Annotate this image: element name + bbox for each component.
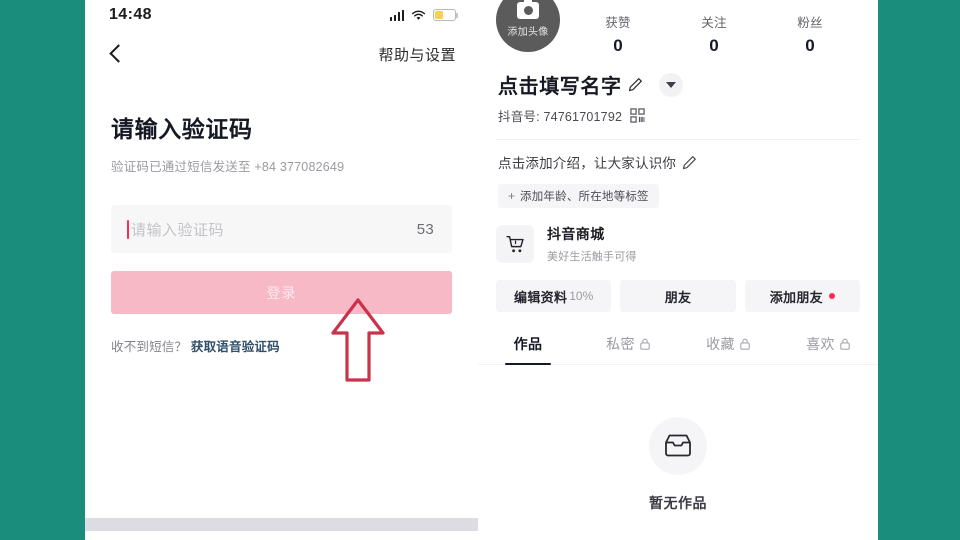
- chevron-down-icon: [665, 81, 676, 88]
- douyin-id-text: 抖音号: 74761701792: [498, 110, 623, 124]
- status-badge: [828, 293, 835, 299]
- tab-favorites-label: 收藏: [706, 336, 735, 352]
- friends-label: 朋友: [664, 289, 692, 305]
- tab-favorites[interactable]: 收藏: [678, 334, 778, 364]
- verification-code-input[interactable]: 请输入验证码 53: [111, 205, 452, 253]
- back-chevron-icon[interactable]: [105, 43, 127, 65]
- page-title: 请输入验证码: [111, 116, 253, 142]
- add-friend-label: 添加朋友: [769, 289, 823, 305]
- profile-intro-text: 点击添加介绍，让大家认识你: [498, 156, 677, 171]
- camera-icon: [517, 0, 539, 19]
- mall-title: 抖音商城: [547, 226, 605, 242]
- stat-followers-label: 粉丝: [797, 16, 823, 30]
- status-bar: 14:48: [85, 0, 478, 30]
- add-tags-chip[interactable]: + 添加年龄、所在地等标签: [498, 184, 659, 208]
- annotation-up-arrow-icon: [331, 298, 385, 382]
- help-settings-link[interactable]: 帮助与设置: [378, 44, 456, 65]
- signal-icon: [389, 9, 404, 21]
- empty-state: 暂无作品: [478, 417, 878, 513]
- nav-bar: 帮助与设置: [85, 30, 478, 78]
- tab-liked[interactable]: 喜欢: [778, 334, 878, 364]
- screenshot-stage: 14:48 帮助与设置 请输入验证码 验证码已通过短信发送至 +84 37708…: [0, 0, 960, 540]
- add-tags-label: 添加年龄、所在地等标签: [520, 191, 649, 203]
- left-phone-panel: 14:48 帮助与设置 请输入验证码 验证码已通过短信发送至 +84 37708…: [85, 0, 478, 540]
- tab-private-label: 私密: [606, 336, 635, 352]
- lock-icon: [740, 338, 750, 350]
- profile-header: 添加头像 获赞 0 关注 0 粉丝 0: [478, 0, 878, 56]
- stat-likes-value: 0: [613, 36, 623, 55]
- wifi-icon: [411, 10, 426, 20]
- text-caret: [127, 219, 129, 239]
- login-button[interactable]: 登录: [111, 271, 452, 314]
- form-subtitle: 验证码已通过短信发送至 +84 377082649: [111, 160, 345, 174]
- avatar-label: 添加头像: [507, 27, 549, 38]
- stat-likes-label: 获赞: [605, 16, 631, 30]
- stat-following[interactable]: 关注 0: [666, 12, 762, 56]
- status-time: 14:48: [109, 6, 152, 23]
- shopping-cart-icon: [496, 225, 534, 263]
- plus-icon: +: [508, 189, 516, 203]
- profile-intro-row[interactable]: 点击添加介绍，让大家认识你: [478, 140, 878, 172]
- battery-icon: [433, 9, 459, 21]
- status-icons: [389, 9, 459, 21]
- profile-action-buttons: 编辑资料 10% 朋友 添加朋友: [496, 280, 860, 312]
- pencil-icon[interactable]: [682, 155, 697, 170]
- mall-subtitle: 美好生活触手可得: [547, 251, 637, 263]
- stat-following-value: 0: [709, 36, 719, 55]
- profile-dropdown-button[interactable]: [658, 72, 683, 97]
- code-input-left: 请输入验证码: [127, 219, 224, 240]
- tab-liked-label: 喜欢: [806, 336, 835, 352]
- lock-icon: [840, 338, 850, 350]
- resend-countdown[interactable]: 53: [417, 221, 434, 238]
- stat-following-label: 关注: [701, 16, 727, 30]
- add-friend-button[interactable]: 添加朋友: [744, 280, 860, 312]
- edit-profile-percent: 10%: [569, 289, 594, 303]
- right-profile-panel: 添加头像 获赞 0 关注 0 粉丝 0 点击填写名字 抖音号: 74761701…: [478, 0, 878, 540]
- inbox-icon: [649, 417, 707, 475]
- pencil-icon[interactable]: [628, 77, 643, 92]
- sms-help-row: 收不到短信？ 获取语音验证码: [111, 336, 452, 355]
- profile-stats: 获赞 0 关注 0 粉丝 0: [560, 6, 858, 56]
- stat-followers[interactable]: 粉丝 0: [762, 12, 858, 56]
- profile-name[interactable]: 点击填写名字: [498, 70, 622, 99]
- tab-works-label: 作品: [513, 336, 543, 352]
- stat-followers-value: 0: [805, 36, 815, 55]
- tab-private[interactable]: 私密: [578, 334, 678, 364]
- mall-texts: 抖音商城 美好生活触手可得: [547, 224, 637, 264]
- code-input-placeholder: 请输入验证码: [131, 221, 225, 239]
- qr-code-icon[interactable]: [630, 108, 645, 123]
- profile-name-row: 点击填写名字: [478, 56, 878, 99]
- douyin-mall-entry[interactable]: 抖音商城 美好生活触手可得: [496, 224, 860, 264]
- verification-form: 请输入验证码 验证码已通过短信发送至 +84 377082649 请输入验证码 …: [85, 78, 478, 355]
- edit-profile-label: 编辑资料: [514, 289, 568, 305]
- lock-icon: [640, 338, 650, 350]
- voice-code-link[interactable]: 获取语音验证码: [191, 340, 280, 354]
- profile-tabs: 作品 私密 收藏 喜欢: [478, 334, 878, 365]
- tab-works[interactable]: 作品: [478, 334, 578, 364]
- douyin-id-row: 抖音号: 74761701792: [478, 99, 878, 125]
- stat-likes[interactable]: 获赞 0: [570, 12, 666, 56]
- friends-button[interactable]: 朋友: [620, 280, 736, 312]
- avatar[interactable]: 添加头像: [496, 0, 560, 52]
- edit-profile-button[interactable]: 编辑资料 10%: [496, 280, 612, 312]
- home-indicator-bar: [85, 518, 478, 531]
- sms-question-label: 收不到短信？: [111, 340, 188, 354]
- empty-state-text: 暂无作品: [649, 495, 707, 511]
